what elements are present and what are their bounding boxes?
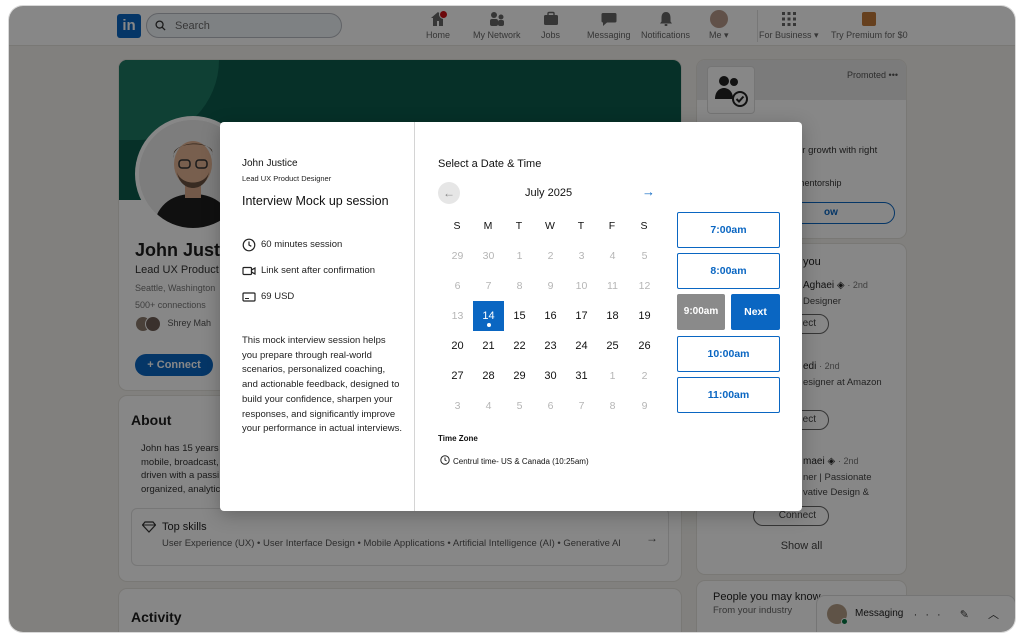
calendar-day: 13 xyxy=(451,310,464,322)
weekday-label: F xyxy=(608,220,616,232)
calendar-day: 4 xyxy=(485,400,492,412)
payment-icon xyxy=(242,292,256,302)
calendar-day[interactable]: 30 xyxy=(535,361,566,391)
calendar-day: 6 xyxy=(454,280,461,292)
timezone-value[interactable]: Centrul time- US & Canada (10:25am) xyxy=(453,457,589,466)
calendar-day: 7 xyxy=(578,400,585,412)
weekday-label: T xyxy=(577,220,585,232)
calendar-day: 1 xyxy=(609,370,616,382)
weekday-label: W xyxy=(545,220,555,232)
calendar-month-label: July 2025 xyxy=(525,187,573,199)
weekday-label: M xyxy=(483,220,493,232)
clock-icon xyxy=(242,238,256,252)
weekday-label: T xyxy=(515,220,523,232)
timezone-label: Time Zone xyxy=(438,434,478,443)
calendar-day: 3 xyxy=(454,400,461,412)
calendar-day[interactable]: 20 xyxy=(442,331,473,361)
select-date-time-title: Select a Date & Time xyxy=(438,158,542,170)
calendar-day[interactable]: 27 xyxy=(442,361,473,391)
selected-time-slot[interactable]: 9:00am xyxy=(677,294,725,330)
calendar-day[interactable]: 15 xyxy=(504,301,535,331)
calendar-day[interactable]: 23 xyxy=(535,331,566,361)
calendar-day: 3 xyxy=(578,250,585,262)
video-icon xyxy=(242,266,256,276)
calendar-day[interactable]: 25 xyxy=(597,331,628,361)
calendar-day[interactable]: 18 xyxy=(597,301,628,331)
calendar-day: 8 xyxy=(516,280,523,292)
calendar-day[interactable]: 21 xyxy=(473,331,504,361)
calendar-day: 12 xyxy=(638,280,651,292)
browser-window: in Search Home My Network Jobs Messaging… xyxy=(9,6,1015,632)
calendar-day: 5 xyxy=(516,400,523,412)
host-role: Lead UX Product Designer xyxy=(242,174,332,183)
calendar-day[interactable]: 17 xyxy=(566,301,597,331)
host-name: John Justice xyxy=(242,158,298,169)
link-info-text: Link sent after confirmation xyxy=(261,265,376,276)
next-button[interactable]: Next xyxy=(731,294,780,330)
calendar-day-selected[interactable]: 14 xyxy=(473,301,504,331)
time-slot-button[interactable]: 11:00am xyxy=(677,377,780,413)
clock-icon xyxy=(440,455,450,465)
calendar-day[interactable]: 16 xyxy=(535,301,566,331)
weekday-label: S xyxy=(640,220,648,232)
calendar-day: 9 xyxy=(547,280,554,292)
calendar-day: 11 xyxy=(607,280,618,292)
calendar-day: 1 xyxy=(516,250,523,262)
calendar-day[interactable]: 26 xyxy=(629,331,660,361)
calendar-day: 2 xyxy=(547,250,554,262)
previous-month-button[interactable]: ← xyxy=(438,182,460,204)
calendar-day: 5 xyxy=(641,250,648,262)
calendar-day[interactable]: 28 xyxy=(473,361,504,391)
calendar-day[interactable]: 24 xyxy=(566,331,597,361)
modal-divider xyxy=(414,122,415,511)
session-title: Interview Mock up session xyxy=(242,194,389,208)
session-description: This mock interview session helps you pr… xyxy=(242,335,402,435)
time-slot-button[interactable]: 10:00am xyxy=(677,336,780,372)
calendar-day: 4 xyxy=(609,250,616,262)
calendar-day: 10 xyxy=(575,280,588,292)
calendar-day: 8 xyxy=(609,400,616,412)
calendar-day[interactable]: 19 xyxy=(629,301,660,331)
calendar-day: 29 xyxy=(451,250,464,262)
time-slot-button[interactable]: 8:00am xyxy=(677,253,780,289)
calendar-day: 2 xyxy=(641,370,648,382)
calendar-day: 30 xyxy=(482,250,495,262)
calendar-day[interactable]: 29 xyxy=(504,361,535,391)
next-month-button[interactable]: → xyxy=(642,184,655,199)
calendar-day: 6 xyxy=(547,400,554,412)
weekday-label: S xyxy=(453,220,461,232)
time-slot-button[interactable]: 7:00am xyxy=(677,212,780,248)
duration-text: 60 minutes session xyxy=(261,239,343,250)
calendar-day[interactable]: 22 xyxy=(504,331,535,361)
calendar-day: 9 xyxy=(641,400,648,412)
calendar-day[interactable]: 31 xyxy=(566,361,597,391)
price-text: 69 USD xyxy=(261,291,295,302)
booking-modal: John Justice Lead UX Product Designer In… xyxy=(220,122,802,511)
calendar-day: 7 xyxy=(485,280,492,292)
